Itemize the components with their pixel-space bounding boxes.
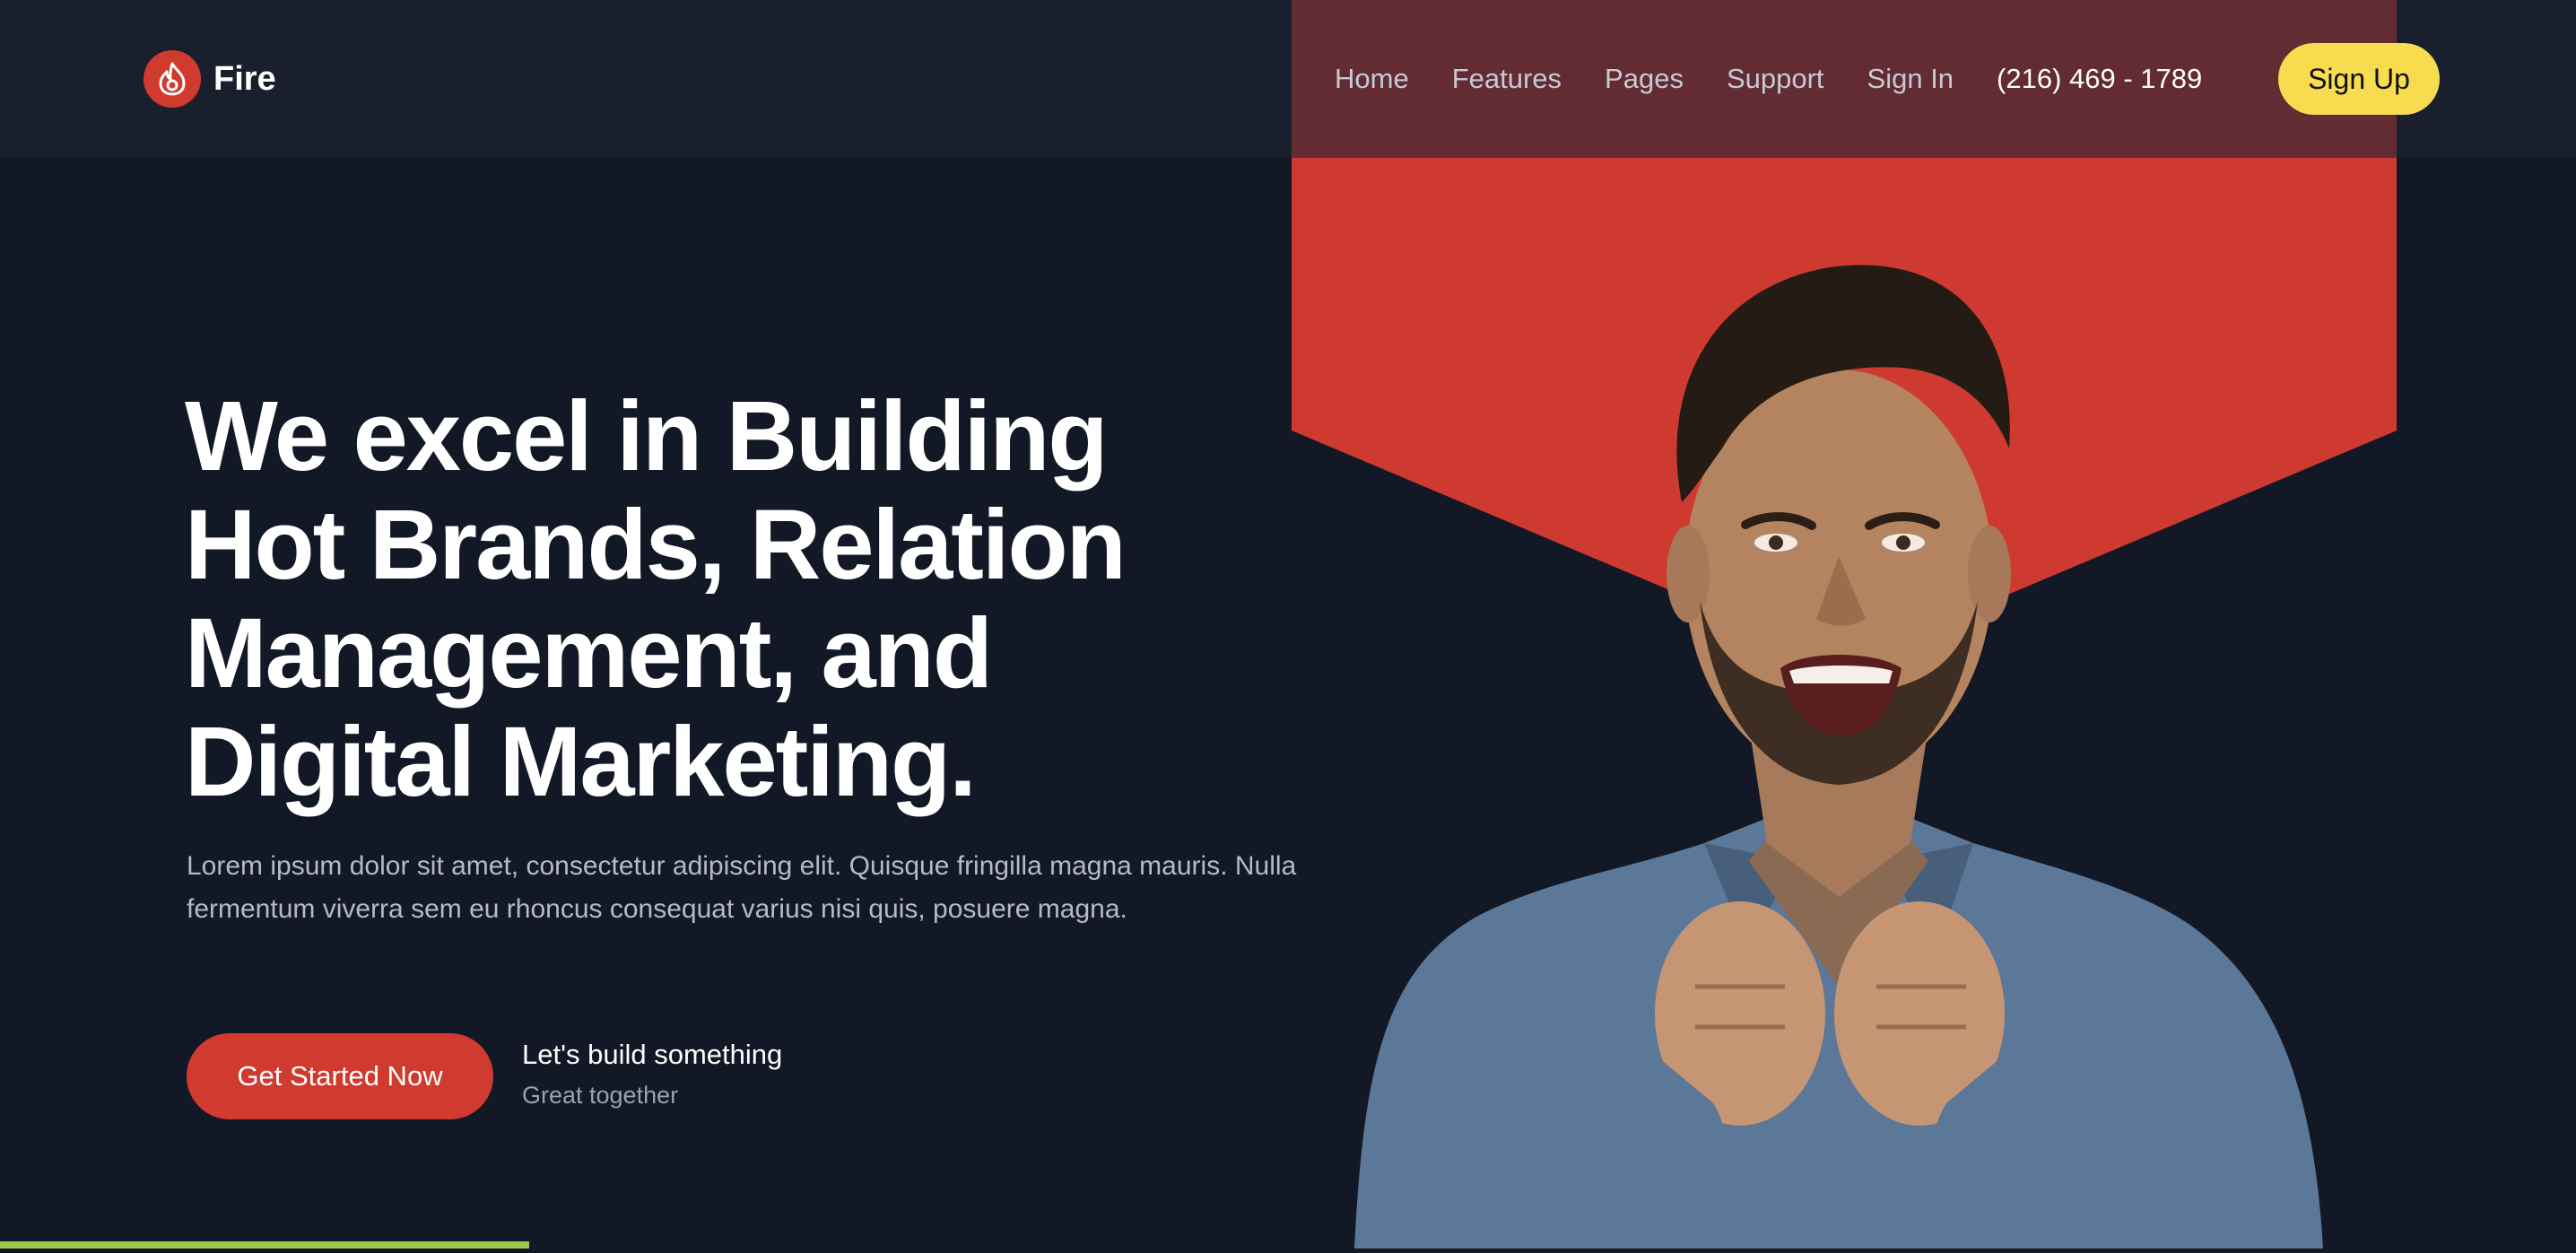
cta-tagline-title: Let's build something xyxy=(522,1039,783,1070)
phone-number[interactable]: (216) 469 - 1789 xyxy=(1997,63,2202,95)
nav-features[interactable]: Features xyxy=(1452,63,1562,95)
hero-title-line: Management, and xyxy=(185,598,993,709)
nav-pages[interactable]: Pages xyxy=(1605,63,1684,95)
bottom-edge-strip xyxy=(0,1241,529,1249)
cta-tagline: Let's build something Great together xyxy=(522,1039,782,1109)
sign-up-button[interactable]: Sign Up xyxy=(2278,43,2440,115)
hero-title-line: Hot Brands, Relation xyxy=(185,490,1127,600)
hero-person-image xyxy=(1327,179,2350,1249)
get-started-button[interactable]: Get Started Now xyxy=(187,1033,493,1119)
hero-title: We excel in Building Hot Brands, Relatio… xyxy=(185,382,1351,816)
nav-home[interactable]: Home xyxy=(1335,63,1409,95)
nav-support[interactable]: Support xyxy=(1727,63,1824,95)
hero-title-line: Digital Marketing. xyxy=(185,707,977,817)
nav-sign-in[interactable]: Sign In xyxy=(1867,63,1954,95)
cta-tagline-subtitle: Great together xyxy=(522,1082,679,1109)
nav-menu: Home Features Pages Support Sign In (216… xyxy=(1335,0,2202,158)
brand-name: Fire xyxy=(213,59,276,98)
hero-title-line: We excel in Building xyxy=(185,381,1109,492)
brand-logo[interactable]: Fire xyxy=(144,50,276,108)
flame-icon xyxy=(144,50,201,108)
top-navbar: Fire Home Features Pages Support Sign In… xyxy=(0,0,2576,158)
hero-description: Lorem ipsum dolor sit amet, consectetur … xyxy=(187,851,1297,924)
